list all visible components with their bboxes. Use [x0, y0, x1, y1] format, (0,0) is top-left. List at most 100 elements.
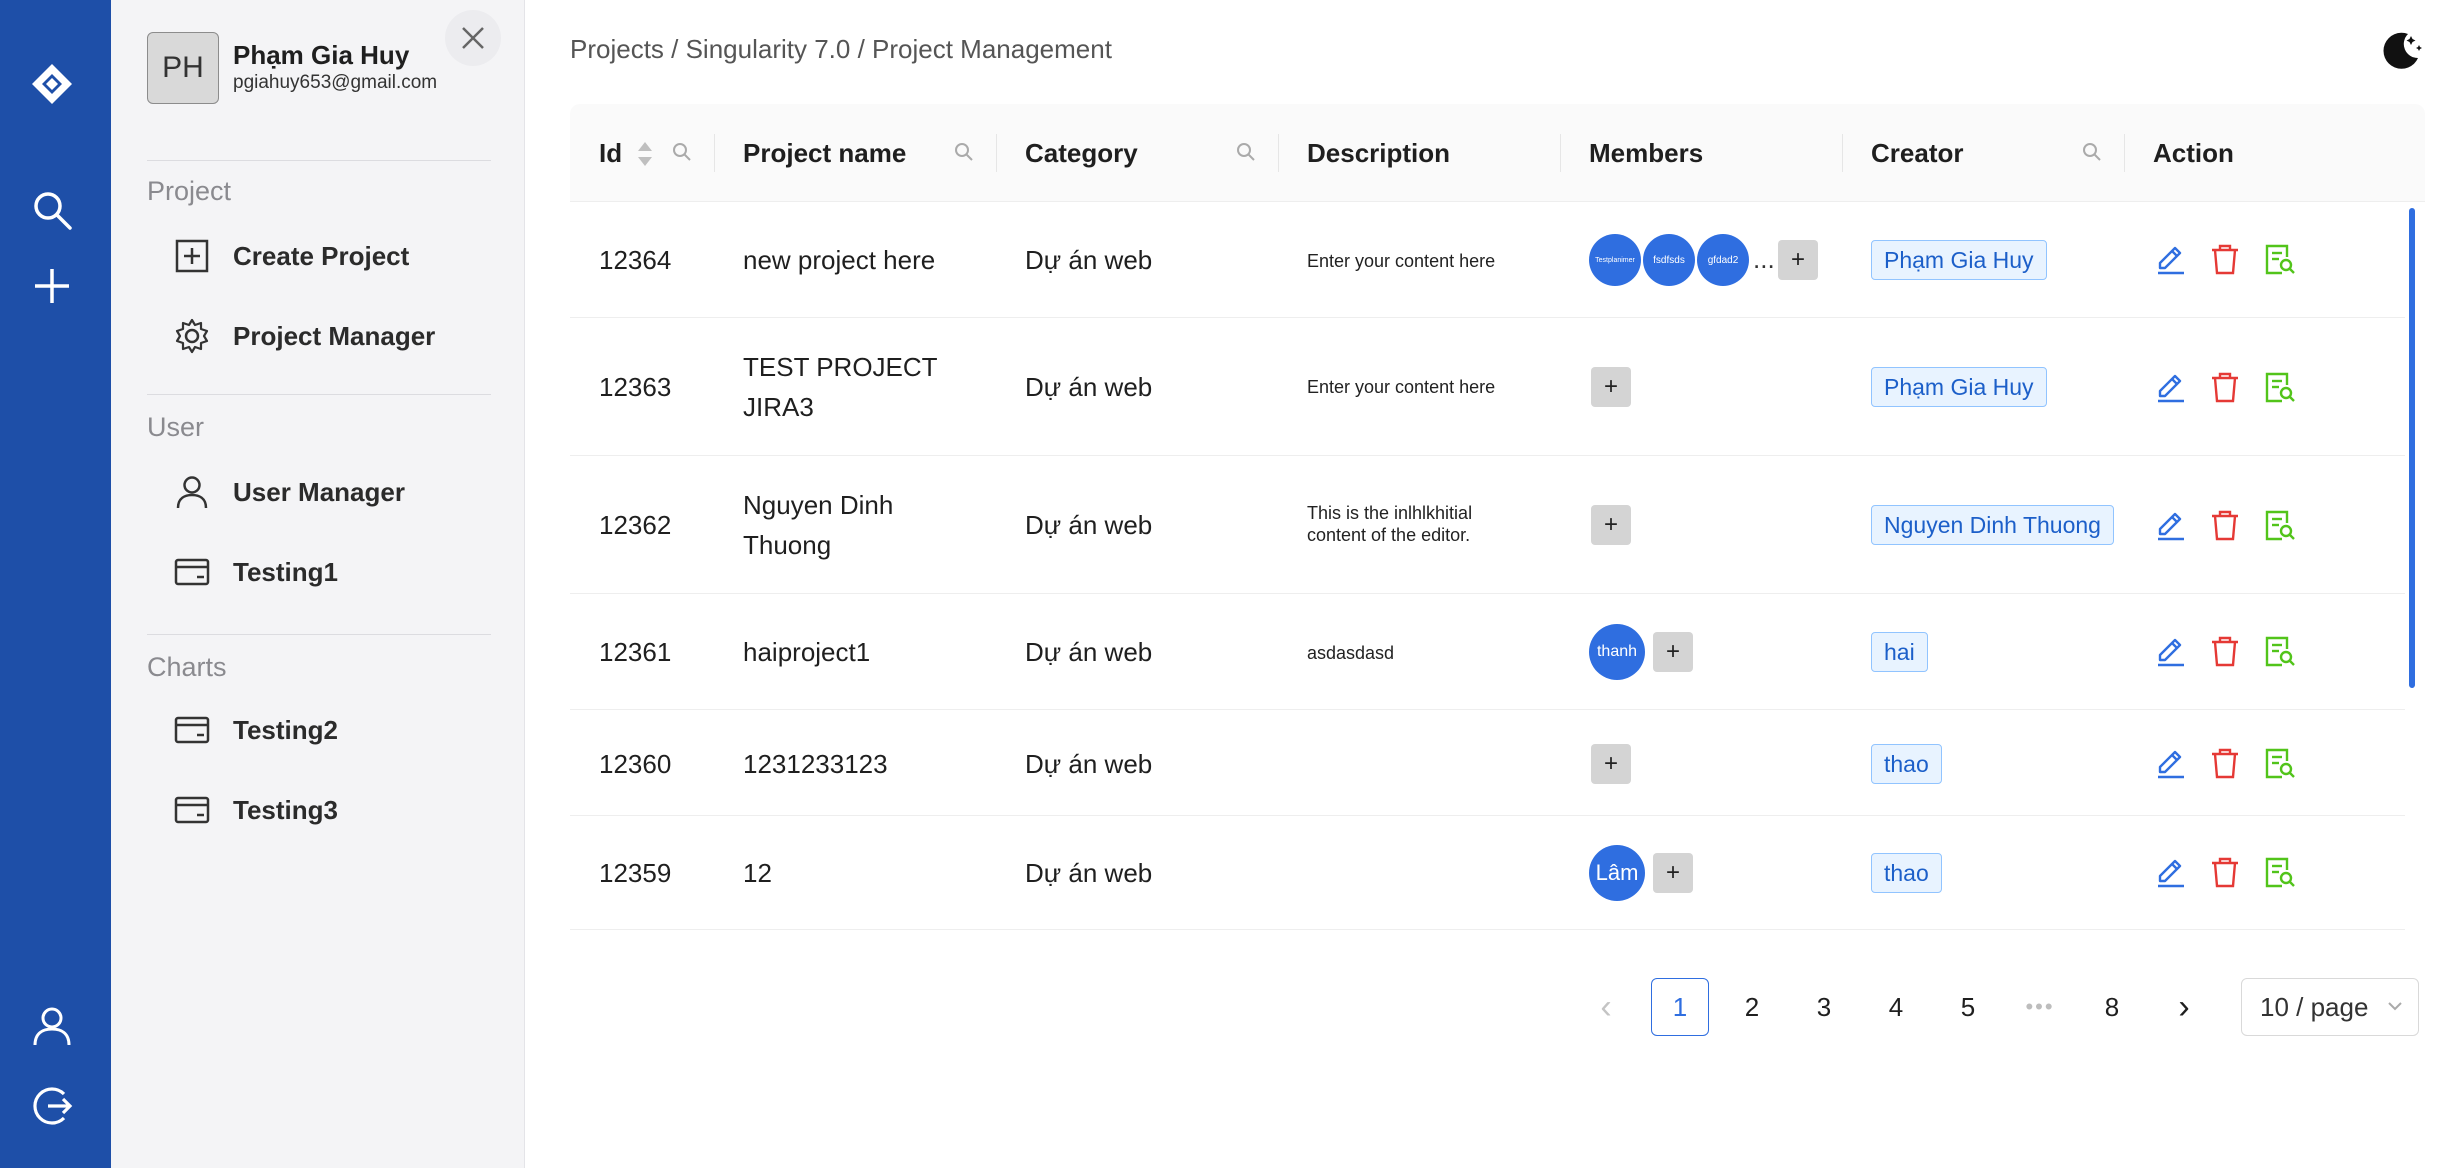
app-root: PH Phạm Gia Huy pgiahuy653@gmail.com Pro…	[0, 0, 2458, 1168]
menu-item-create-project[interactable]: Create Project	[173, 228, 493, 284]
pagination-prev[interactable]: ‹	[1577, 978, 1635, 1036]
menu-item-testing3[interactable]: Testing3	[173, 782, 493, 838]
table-scrollbar[interactable]	[2409, 208, 2415, 688]
logout-icon[interactable]	[24, 1078, 80, 1134]
edit-icon[interactable]	[2154, 242, 2188, 276]
pagination-page[interactable]: 5	[1939, 978, 1997, 1036]
menu-item-testing2[interactable]: Testing2	[173, 702, 493, 758]
member-avatar[interactable]: Testplanimer	[1589, 234, 1641, 286]
pagination-page[interactable]: 2	[1723, 978, 1781, 1036]
detail-icon[interactable]	[2262, 855, 2296, 889]
add-member-button[interactable]: +	[1591, 505, 1631, 545]
delete-icon[interactable]	[2208, 634, 2242, 668]
column-separator	[1842, 134, 1843, 172]
table-row: 12360 1231233123 Dự án web + thao	[570, 710, 2405, 816]
detail-icon[interactable]	[2262, 746, 2296, 780]
member-avatar[interactable]: fsdfsds	[1643, 234, 1695, 286]
edit-icon[interactable]	[2154, 855, 2188, 889]
column-header-project-name[interactable]: Project name	[743, 104, 906, 202]
cell-id: 12362	[599, 510, 672, 540]
more-members[interactable]: ...	[1753, 244, 1775, 275]
column-header-id[interactable]: Id	[599, 104, 622, 202]
add-member-button[interactable]: +	[1653, 632, 1693, 672]
menu-item-project-manager[interactable]: Project Manager	[173, 308, 493, 364]
cell-project-name[interactable]: new project here	[743, 240, 935, 280]
pagination-page[interactable]: 8	[2083, 978, 2141, 1036]
member-avatar[interactable]: thanh	[1589, 624, 1645, 680]
search-icon[interactable]	[24, 182, 80, 238]
add-member-button[interactable]: +	[1778, 240, 1818, 280]
delete-icon[interactable]	[2208, 508, 2242, 542]
table-row: 12364 new project here Dự án web Enter y…	[570, 202, 2405, 318]
add-member-button[interactable]: +	[1591, 367, 1631, 407]
creator-tag: Phạm Gia Huy	[1871, 240, 2047, 280]
pagination-next[interactable]: ›	[2155, 978, 2213, 1036]
cell-project-name[interactable]: TEST PROJECT JIRA3	[743, 347, 973, 427]
creator-tag: Nguyen Dinh Thuong	[1871, 505, 2114, 545]
search-icon[interactable]	[1234, 140, 1258, 164]
cell-category: Dự án web	[1025, 510, 1153, 540]
plus-icon[interactable]	[24, 258, 80, 314]
edit-icon[interactable]	[2154, 508, 2188, 542]
detail-icon[interactable]	[2262, 508, 2296, 542]
cell-project-name[interactable]: 1231233123	[743, 744, 888, 784]
pagination-page[interactable]: 1	[1651, 978, 1709, 1036]
cell-description: Enter your content here	[1307, 377, 1496, 397]
detail-icon[interactable]	[2262, 370, 2296, 404]
edit-icon[interactable]	[2154, 370, 2188, 404]
detail-icon[interactable]	[2262, 634, 2296, 668]
detail-icon[interactable]	[2262, 242, 2296, 276]
card-icon	[174, 716, 210, 744]
close-menu-button[interactable]	[445, 10, 501, 66]
user-icon[interactable]	[24, 998, 80, 1054]
column-header-creator[interactable]: Creator	[1871, 104, 1963, 202]
cell-project-name[interactable]: 12	[743, 853, 772, 893]
menu-item-label: Testing1	[233, 556, 338, 587]
delete-icon[interactable]	[2208, 370, 2242, 404]
logo-icon[interactable]	[24, 56, 80, 112]
menu-item-user-manager[interactable]: User Manager	[173, 464, 493, 520]
search-icon[interactable]	[2080, 140, 2104, 164]
close-icon	[462, 27, 484, 49]
cell-project-name[interactable]: Nguyen Dinh Thuong	[743, 485, 973, 565]
card-icon	[174, 558, 210, 586]
creator-tag: thao	[1871, 853, 1942, 893]
page-size-select[interactable]: 10 / page	[2241, 978, 2419, 1036]
moon-icon[interactable]	[2378, 28, 2424, 74]
side-menu: PH Phạm Gia Huy pgiahuy653@gmail.com Pro…	[111, 0, 525, 1168]
user-icon	[176, 476, 208, 509]
cell-category: Dự án web	[1025, 637, 1153, 667]
delete-icon[interactable]	[2208, 242, 2242, 276]
delete-icon[interactable]	[2208, 746, 2242, 780]
member-avatar[interactable]: gfdad2	[1697, 234, 1749, 286]
table-row: 12361 haiproject1 Dự án web asdasdasd th…	[570, 594, 2405, 710]
column-separator	[2124, 134, 2125, 172]
sort-icon[interactable]	[636, 140, 654, 168]
cell-category: Dự án web	[1025, 245, 1153, 275]
left-rail	[0, 0, 111, 1168]
edit-icon[interactable]	[2154, 746, 2188, 780]
pagination-page[interactable]: 3	[1795, 978, 1853, 1036]
search-icon[interactable]	[952, 140, 976, 164]
member-avatar[interactable]: Lâm	[1589, 845, 1645, 901]
project-table: Id Project name Category Description Mem…	[570, 104, 2425, 930]
menu-item-label: Testing3	[233, 794, 338, 825]
column-separator	[714, 134, 715, 172]
column-header-description: Description	[1307, 137, 1451, 168]
cell-id: 12361	[599, 637, 672, 667]
edit-icon[interactable]	[2154, 634, 2188, 668]
column-header-category[interactable]: Category	[1025, 104, 1138, 202]
add-member-button[interactable]: +	[1591, 744, 1631, 784]
chevron-down-icon	[2388, 1002, 2402, 1011]
column-header-members: Members	[1589, 137, 1704, 168]
main-content: Projects / Singularity 7.0 / Project Man…	[525, 0, 2458, 1168]
pagination-page[interactable]: 4	[1867, 978, 1925, 1036]
pagination-jump-next[interactable]: •••	[2011, 978, 2069, 1036]
add-member-button[interactable]: +	[1653, 853, 1693, 893]
menu-item-label: Testing2	[233, 714, 338, 745]
cell-project-name[interactable]: haiproject1	[743, 632, 870, 672]
menu-item-testing1[interactable]: Testing1	[173, 544, 493, 600]
search-icon[interactable]	[670, 140, 694, 164]
card-icon	[174, 796, 210, 824]
delete-icon[interactable]	[2208, 855, 2242, 889]
